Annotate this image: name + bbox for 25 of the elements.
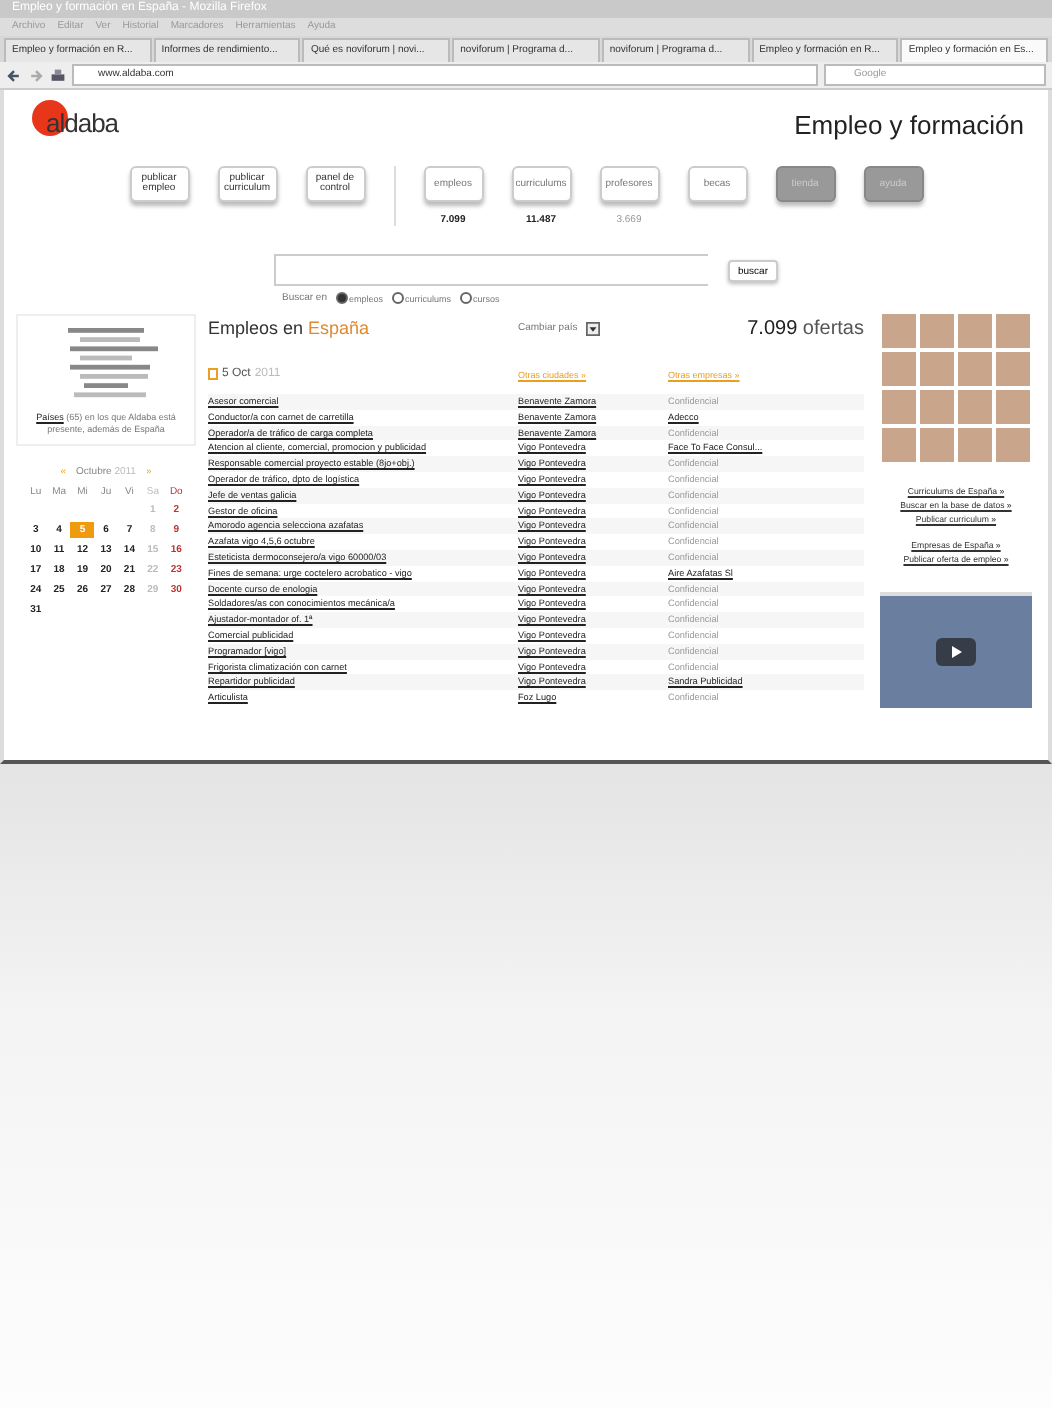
photo-placeholder [920,390,954,424]
photo-placeholder [996,428,1030,462]
photo-placeholder [882,428,916,462]
print-icon[interactable] [50,67,66,83]
photo-placeholder [958,352,992,386]
site-tagline: Empleo y formación [794,109,1024,139]
photo-placeholder [958,314,992,348]
photo-placeholder [920,428,954,462]
dropdown-arrow-icon[interactable] [585,321,600,335]
photo-placeholder [958,390,992,424]
photo-placeholder [958,428,992,462]
listing-title: Empleos en España [208,318,372,338]
photo-placeholder [996,314,1030,348]
photo-placeholder [882,314,916,348]
photo-placeholder [882,390,916,424]
play-icon[interactable] [936,638,976,666]
video-placeholder[interactable] [880,592,1032,708]
photo-placeholder [920,314,954,348]
offers-total: 7.099 ofertas [747,317,864,339]
photo-placeholder [882,352,916,386]
search-field[interactable] [273,254,708,286]
photo-placeholder [996,390,1030,424]
photo-placeholder [996,352,1030,386]
photo-placeholder [920,352,954,386]
back-icon[interactable] [6,67,22,83]
